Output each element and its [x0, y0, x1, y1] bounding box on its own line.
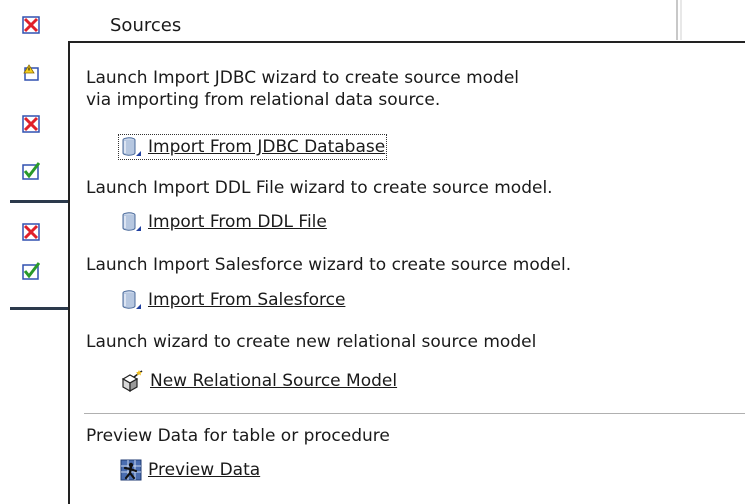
- import-ddl-button[interactable]: Import From DDL File: [120, 211, 327, 233]
- new-model-description: Launch wizard to create new relational s…: [86, 331, 536, 353]
- import-ddl-label: Import From DDL File: [148, 212, 327, 232]
- horizontal-separator: [10, 200, 70, 203]
- preview-data-description: Preview Data for table or procedure: [86, 425, 390, 447]
- description-line: Preview Data for table or procedure: [86, 426, 390, 446]
- preview-data-label: Preview Data: [148, 460, 261, 480]
- description-line: Launch Import Salesforce wizard to creat…: [86, 255, 572, 275]
- new-relational-source-model-label: New Relational Source Model: [150, 371, 398, 391]
- section-divider: [84, 413, 745, 414]
- check-status-icon: [22, 262, 40, 280]
- new-model-popup: Launch Import JDBC wizard to create sour…: [68, 41, 745, 504]
- salesforce-description: Launch Import Salesforce wizard to creat…: [86, 254, 571, 276]
- sources-label: Sources: [110, 15, 182, 36]
- jdbc-description: Launch Import JDBC wizard to create sour…: [86, 67, 519, 111]
- error-status-icon: [22, 223, 40, 241]
- vertical-separator: [676, 0, 682, 40]
- import-salesforce-label: Import From Salesforce: [148, 290, 346, 310]
- preview-data-icon: [120, 459, 142, 481]
- description-line: Launch Import DDL File wizard to create …: [86, 178, 553, 198]
- new-model-wizard-icon: [120, 369, 144, 393]
- description-line: Launch Import JDBC wizard to create sour…: [86, 68, 520, 88]
- warning-status-icon: [22, 64, 40, 82]
- new-relational-source-model-button[interactable]: New Relational Source Model: [120, 369, 397, 393]
- preview-data-button[interactable]: Preview Data: [120, 459, 260, 481]
- error-status-icon: [22, 16, 40, 34]
- horizontal-separator: [10, 307, 70, 310]
- import-jdbc-label: Import From JDBC Database: [148, 137, 386, 157]
- ddl-description: Launch Import DDL File wizard to create …: [86, 177, 553, 199]
- database-icon: [120, 289, 142, 311]
- description-line: via importing from relational data sourc…: [86, 90, 441, 110]
- database-icon: [120, 211, 142, 233]
- import-salesforce-button[interactable]: Import From Salesforce: [120, 289, 345, 311]
- database-icon: [120, 136, 142, 158]
- check-status-icon: [22, 162, 40, 180]
- description-line: Launch wizard to create new relational s…: [86, 332, 537, 352]
- page: Sources Launch Import JDBC wizard to cre…: [0, 0, 745, 504]
- import-jdbc-button[interactable]: Import From JDBC Database: [117, 134, 388, 160]
- error-status-icon: [22, 115, 40, 133]
